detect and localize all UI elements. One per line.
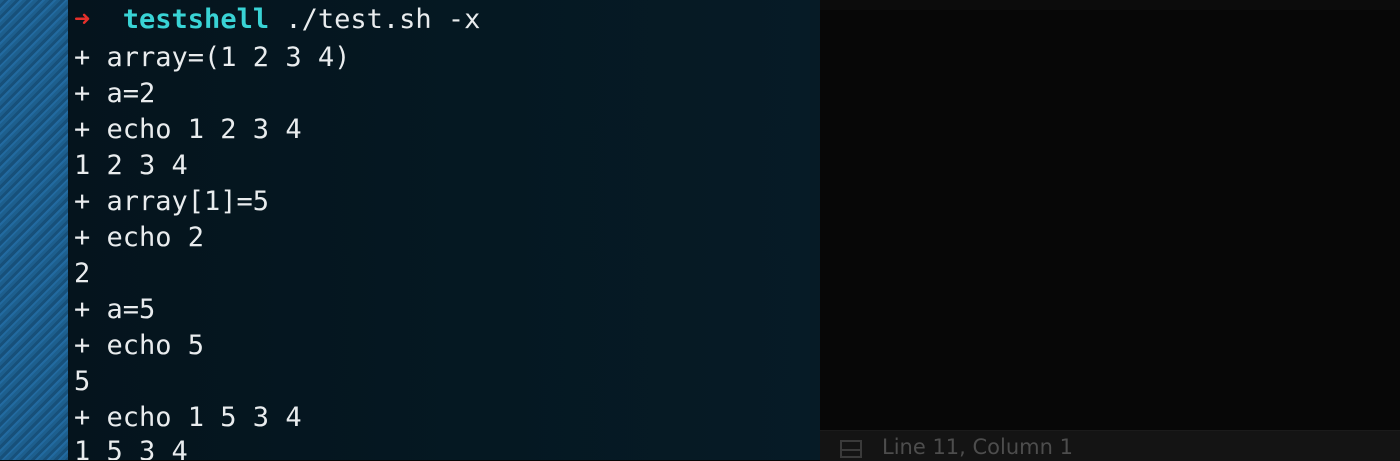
output-line: 5 <box>74 366 91 397</box>
editor-window[interactable]: Line 11, Column 1 <box>820 0 1400 461</box>
output-line: + echo 1 5 3 4 <box>74 402 302 433</box>
cursor-position[interactable]: Line 11, Column 1 <box>882 435 1073 459</box>
output-line: + echo 5 <box>74 330 205 361</box>
output-line: + a=2 <box>74 78 156 109</box>
prompt-command: ./test.sh -x <box>285 4 481 35</box>
output-line: + echo 1 2 3 4 <box>74 114 302 145</box>
prompt-arrow-icon: ➜ <box>74 4 91 35</box>
output-line: + array=(1 2 3 4) <box>74 42 351 73</box>
prompt-line: ➜ testshell ./test.sh -x <box>74 2 480 38</box>
status-bar: Line 11, Column 1 <box>820 430 1400 461</box>
editor-tab-bar <box>820 0 1400 10</box>
output-line: + a=5 <box>74 294 156 325</box>
panel-toggle-icon[interactable] <box>840 440 862 458</box>
output-line: + array[1]=5 <box>74 186 270 217</box>
terminal-window[interactable]: ➜ testshell ./test.sh -x + array=(1 2 3 … <box>68 0 820 460</box>
desktop-wallpaper <box>0 0 68 460</box>
output-line: + echo 2 <box>74 222 205 253</box>
prompt-directory: testshell <box>122 4 270 35</box>
output-line: 2 <box>74 258 91 289</box>
output-line: 1 2 3 4 <box>74 150 188 181</box>
output-line: 1 5 3 4 <box>74 436 188 460</box>
